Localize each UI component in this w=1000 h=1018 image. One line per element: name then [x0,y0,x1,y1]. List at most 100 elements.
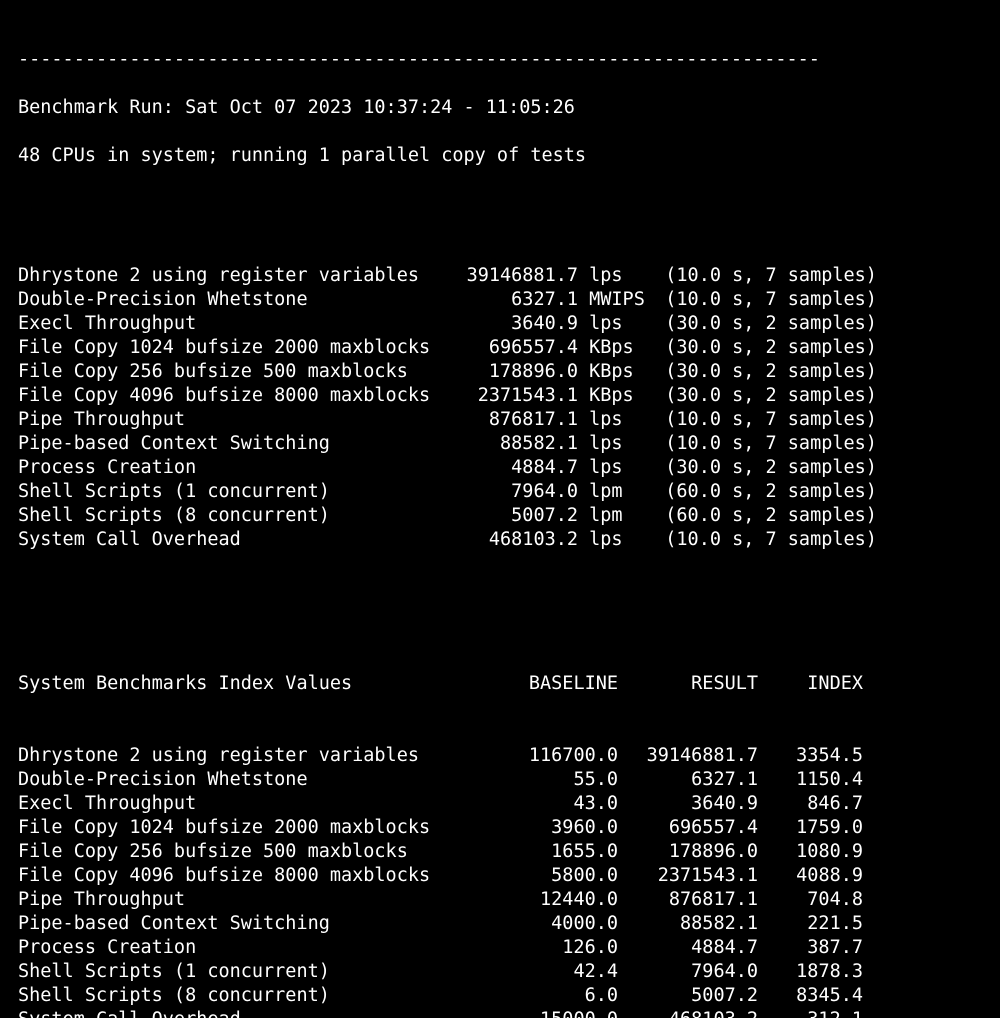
result-name: File Copy 1024 bufsize 2000 maxblocks [18,336,458,360]
index-name: Process Creation [18,936,498,960]
result-row: Pipe Throughput876817.1 lps (10.0 s, 7 s… [18,408,982,432]
result-row: Process Creation4884.7 lps (30.0 s, 2 sa… [18,456,982,480]
result-name: File Copy 4096 bufsize 8000 maxblocks [18,384,458,408]
index-result: 4884.7 [618,936,758,960]
index-name: Double-Precision Whetstone [18,768,498,792]
index-row: System Call Overhead15000.0468103.2312.1 [18,1008,982,1018]
result-value: 696557.4 [458,336,578,360]
result-meta: (30.0 s, 2 samples) [665,456,900,480]
index-baseline: 42.4 [498,960,618,984]
index-baseline: 15000.0 [498,1008,618,1018]
result-row: Pipe-based Context Switching88582.1 lps … [18,432,982,456]
index-index: 221.5 [758,912,863,936]
result-value: 5007.2 [458,504,578,528]
index-index: 4088.9 [758,864,863,888]
result-value: 88582.1 [458,432,578,456]
result-meta: (10.0 s, 7 samples) [665,408,900,432]
index-name: Execl Throughput [18,792,498,816]
result-unit: lps [589,528,654,552]
result-unit: lps [589,432,654,456]
result-row: Shell Scripts (1 concurrent)7964.0 lpm (… [18,480,982,504]
index-index: 312.1 [758,1008,863,1018]
result-meta: (30.0 s, 2 samples) [665,360,900,384]
result-value: 178896.0 [458,360,578,384]
col-index: INDEX [758,672,863,696]
result-meta: (10.0 s, 7 samples) [665,432,900,456]
index-header-row: System Benchmarks Index ValuesBASELINERE… [18,672,982,696]
result-value: 4884.7 [458,456,578,480]
index-row: Shell Scripts (1 concurrent)42.47964.018… [18,960,982,984]
result-unit: lps [589,264,654,288]
index-name: Dhrystone 2 using register variables [18,744,498,768]
result-value: 6327.1 [458,288,578,312]
run-header: Benchmark Run: Sat Oct 07 2023 10:37:24 … [18,96,982,120]
col-result: RESULT [618,672,758,696]
result-unit: lpm [589,480,654,504]
index-result: 39146881.7 [618,744,758,768]
index-baseline: 55.0 [498,768,618,792]
terminal-output: ----------------------------------------… [0,0,1000,1018]
result-unit: KBps [589,336,654,360]
index-row: Process Creation126.04884.7387.7 [18,936,982,960]
index-row: File Copy 256 bufsize 500 maxblocks1655.… [18,840,982,864]
result-value: 2371543.1 [458,384,578,408]
result-row: Double-Precision Whetstone6327.1 MWIPS (… [18,288,982,312]
result-row: File Copy 4096 bufsize 8000 maxblocks237… [18,384,982,408]
index-row: Shell Scripts (8 concurrent)6.05007.2834… [18,984,982,1008]
index-baseline: 126.0 [498,936,618,960]
result-unit: lpm [589,504,654,528]
index-index: 1759.0 [758,816,863,840]
result-value: 3640.9 [458,312,578,336]
index-row: Dhrystone 2 using register variables1167… [18,744,982,768]
index-result: 876817.1 [618,888,758,912]
result-row: Execl Throughput3640.9 lps (30.0 s, 2 sa… [18,312,982,336]
index-result: 88582.1 [618,912,758,936]
index-index: 1878.3 [758,960,863,984]
index-result: 696557.4 [618,816,758,840]
result-meta: (60.0 s, 2 samples) [665,480,900,504]
result-row: Shell Scripts (8 concurrent)5007.2 lpm (… [18,504,982,528]
index-result: 468103.2 [618,1008,758,1018]
index-name: File Copy 1024 bufsize 2000 maxblocks [18,816,498,840]
index-index: 8345.4 [758,984,863,1008]
index-row: File Copy 4096 bufsize 8000 maxblocks580… [18,864,982,888]
run-subheader: 48 CPUs in system; running 1 parallel co… [18,144,982,168]
index-row: Double-Precision Whetstone55.06327.11150… [18,768,982,792]
index-index: 387.7 [758,936,863,960]
index-result: 3640.9 [618,792,758,816]
hr-line: ----------------------------------------… [18,48,982,72]
index-baseline: 116700.0 [498,744,618,768]
index-row: File Copy 1024 bufsize 2000 maxblocks396… [18,816,982,840]
index-index: 704.8 [758,888,863,912]
result-unit: lps [589,456,654,480]
result-meta: (10.0 s, 7 samples) [665,528,900,552]
result-name: Pipe Throughput [18,408,458,432]
result-meta: (10.0 s, 7 samples) [665,288,900,312]
index-row: Pipe Throughput12440.0876817.1704.8 [18,888,982,912]
result-name: Execl Throughput [18,312,458,336]
result-unit: lps [589,408,654,432]
result-meta: (60.0 s, 2 samples) [665,504,900,528]
result-value: 7964.0 [458,480,578,504]
result-unit: lps [589,312,654,336]
result-name: Double-Precision Whetstone [18,288,458,312]
index-name: Pipe Throughput [18,888,498,912]
index-name: Shell Scripts (8 concurrent) [18,984,498,1008]
result-unit: MWIPS [589,288,654,312]
index-row: Pipe-based Context Switching4000.088582.… [18,912,982,936]
result-unit: KBps [589,384,654,408]
index-index: 3354.5 [758,744,863,768]
result-unit: KBps [589,360,654,384]
result-value: 468103.2 [458,528,578,552]
result-row: File Copy 1024 bufsize 2000 maxblocks696… [18,336,982,360]
result-name: File Copy 256 bufsize 500 maxblocks [18,360,458,384]
result-name: Process Creation [18,456,458,480]
index-name: File Copy 256 bufsize 500 maxblocks [18,840,498,864]
result-meta: (10.0 s, 7 samples) [665,264,900,288]
index-baseline: 5800.0 [498,864,618,888]
index-baseline: 43.0 [498,792,618,816]
col-baseline: BASELINE [498,672,618,696]
result-meta: (30.0 s, 2 samples) [665,336,900,360]
index-name: Pipe-based Context Switching [18,912,498,936]
result-row: Dhrystone 2 using register variables3914… [18,264,982,288]
